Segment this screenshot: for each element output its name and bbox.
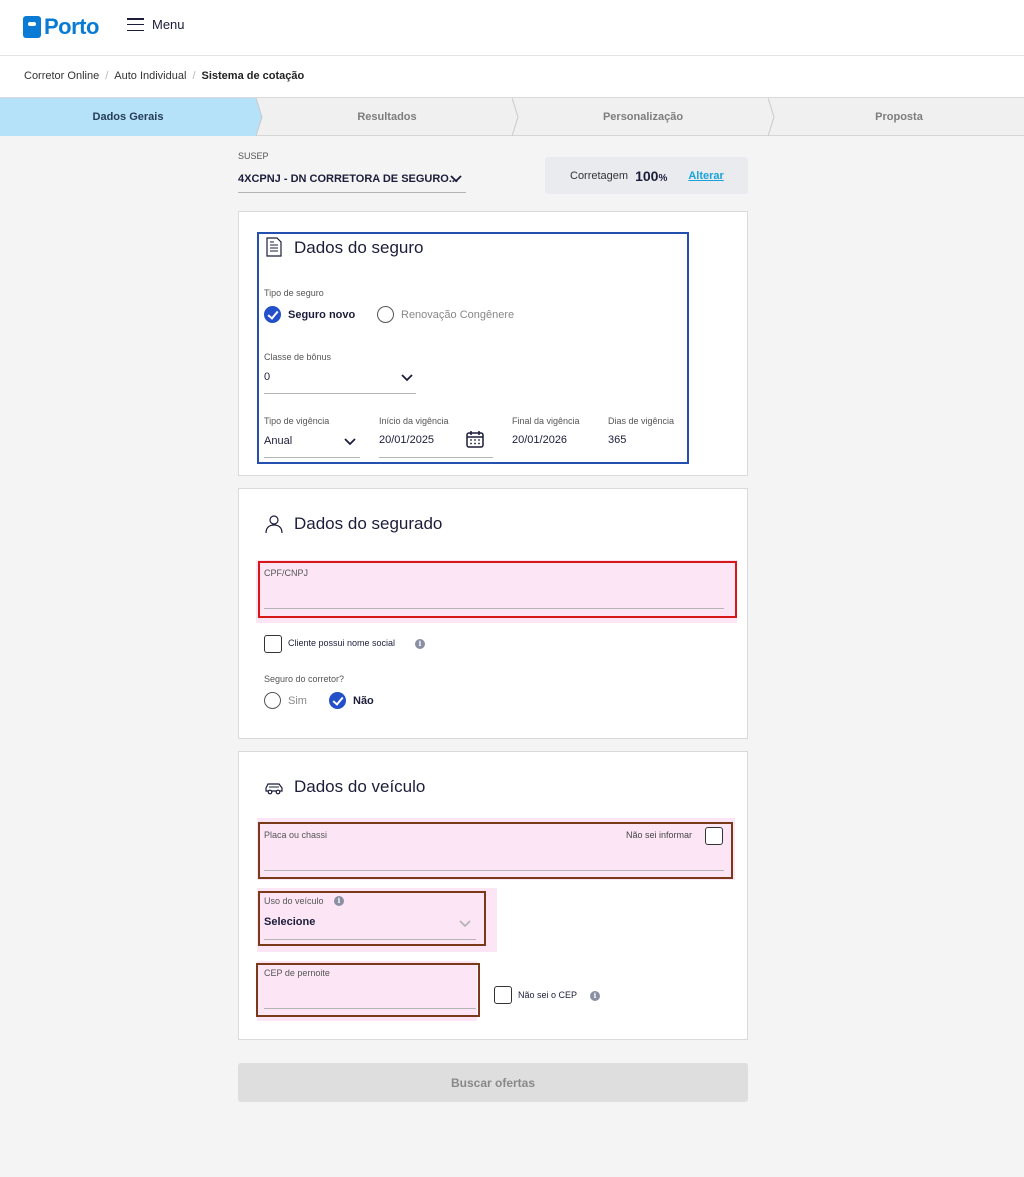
top-bar: Porto Menu	[0, 0, 1024, 56]
radio-checked-icon	[264, 306, 281, 323]
seguro-corretor-label: Seguro do corretor?	[264, 674, 345, 684]
document-icon	[266, 237, 282, 257]
field-underline	[264, 939, 476, 940]
breadcrumb: Corretor Online / Auto Individual / Sist…	[24, 70, 304, 82]
menu-label: Menu	[152, 17, 185, 32]
alterar-link[interactable]: Alterar	[688, 170, 723, 182]
corretagem-unit: %	[658, 172, 668, 184]
chevron-down-icon	[401, 374, 413, 382]
step-personalizacao[interactable]: Personalização	[518, 98, 768, 136]
progress-stepper: Dados Gerais Resultados Personalização P…	[0, 98, 1024, 136]
radio-seguro-novo[interactable]: Seguro novo	[264, 306, 355, 323]
nome-social-label: Cliente possui nome social	[288, 638, 396, 648]
step-label: Resultados	[357, 111, 417, 123]
radio-renovacao-congenere[interactable]: Renovação Congênere	[377, 306, 514, 323]
final-vigencia-value: 20/01/2026	[512, 434, 568, 446]
calendar-icon[interactable]	[465, 429, 485, 449]
breadcrumb-corretor-online[interactable]: Corretor Online	[24, 70, 99, 82]
info-icon[interactable]: i	[334, 896, 344, 906]
tipo-vigencia-select[interactable]: Anual	[264, 435, 292, 447]
card-title: Dados do seguro	[294, 238, 424, 257]
corretagem-number: 100	[635, 167, 659, 184]
dias-vigencia-label: Dias de vigência	[608, 416, 675, 426]
uso-veiculo-select[interactable]: Selecione	[264, 916, 315, 928]
placa-chassi-input[interactable]	[264, 850, 644, 866]
step-resultados[interactable]: Resultados	[262, 98, 512, 136]
radio-nao[interactable]: Não	[329, 692, 374, 709]
tipo-vigencia-label: Tipo de vigência	[264, 416, 330, 426]
radio-checked-icon	[329, 692, 346, 709]
dados-veiculo-card: Dados do veículo Placa ou chassi Não sei…	[238, 751, 748, 1040]
dias-vigencia-value: 365	[608, 434, 627, 446]
breadcrumb-bar: Corretor Online / Auto Individual / Sist…	[0, 56, 1024, 98]
breadcrumb-separator: /	[192, 70, 196, 82]
step-label: Proposta	[875, 111, 923, 123]
person-icon	[265, 515, 283, 534]
tipo-seguro-label: Tipo de seguro	[264, 288, 324, 298]
inicio-vigencia-input[interactable]: 20/01/2025	[379, 434, 434, 446]
button-label: Buscar ofertas	[450, 1075, 536, 1090]
radio-unchecked-icon	[377, 306, 394, 323]
porto-logo[interactable]: Porto	[23, 14, 99, 40]
radio-label: Não	[353, 694, 374, 707]
field-underline	[264, 457, 360, 458]
radio-label: Sim	[288, 694, 307, 707]
placa-chassi-label: Placa ou chassi	[264, 830, 328, 840]
nao-sei-informar-checkbox[interactable]	[705, 827, 723, 845]
radio-unchecked-icon	[264, 692, 281, 709]
breadcrumb-auto-individual[interactable]: Auto Individual	[114, 70, 186, 82]
hamburger-icon	[127, 18, 144, 31]
dados-seguro-card: Dados do seguro Tipo de seguro Seguro no…	[238, 211, 748, 476]
field-underline	[264, 1008, 476, 1009]
radio-label: Renovação Congênere	[401, 308, 515, 321]
menu-button[interactable]: Menu	[127, 17, 185, 32]
info-icon[interactable]: i	[590, 991, 600, 1001]
field-underline	[264, 608, 724, 609]
logo-text: Porto	[44, 14, 99, 39]
chevron-down-icon	[459, 920, 471, 928]
cpf-cnpj-label: CPF/CNPJ	[264, 568, 309, 578]
card-title: Dados do veículo	[294, 777, 426, 796]
nome-social-checkbox[interactable]	[264, 635, 282, 653]
card-title: Dados do segurado	[294, 514, 443, 533]
breadcrumb-current: Sistema de cotação	[201, 70, 305, 82]
susep-value: 4XCPNJ - DN CORRETORA DE SEGURO...	[238, 173, 459, 185]
corretagem-box: Corretagem 100% Alterar	[545, 157, 748, 194]
cpf-cnpj-input[interactable]	[264, 587, 724, 603]
breadcrumb-separator: /	[105, 70, 109, 82]
classe-bonus-select[interactable]: 0	[264, 371, 270, 383]
step-label: Personalização	[602, 111, 684, 123]
final-vigencia-label: Final da vigência	[512, 416, 580, 426]
radio-label: Seguro novo	[288, 308, 356, 321]
chevron-down-icon	[450, 175, 462, 183]
classe-bonus-label: Classe de bônus	[264, 352, 332, 362]
nao-sei-cep-checkbox[interactable]	[494, 986, 512, 1004]
corretagem-value: 100%	[635, 168, 667, 184]
buscar-ofertas-button[interactable]: Buscar ofertas	[238, 1063, 748, 1102]
radio-sim[interactable]: Sim	[264, 692, 307, 709]
cep-pernoite-label: CEP de pernoite	[264, 968, 330, 978]
car-icon	[265, 783, 283, 795]
field-underline	[264, 393, 416, 394]
susep-select[interactable]: 4XCPNJ - DN CORRETORA DE SEGURO...	[238, 166, 466, 193]
step-label: Dados Gerais	[92, 111, 164, 123]
info-icon[interactable]: i	[415, 639, 425, 649]
field-underline	[264, 870, 724, 871]
step-dados-gerais[interactable]: Dados Gerais	[0, 98, 256, 136]
dados-segurado-card: Dados do segurado CPF/CNPJ Cliente possu…	[238, 488, 748, 739]
nao-sei-informar-label: Não sei informar	[626, 830, 693, 840]
uso-veiculo-label: Uso do veículo	[264, 896, 324, 906]
porto-logo-icon	[23, 16, 41, 38]
cep-pernoite-input[interactable]	[264, 988, 464, 1004]
corretagem-label: Corretagem	[570, 169, 629, 182]
chevron-down-icon	[344, 438, 356, 446]
step-proposta[interactable]: Proposta	[774, 98, 1024, 136]
nao-sei-cep-label: Não sei o CEP	[518, 990, 578, 1000]
inicio-vigencia-label: Início da vigência	[379, 416, 449, 426]
susep-label: SUSEP	[238, 151, 269, 161]
field-underline	[379, 457, 493, 458]
